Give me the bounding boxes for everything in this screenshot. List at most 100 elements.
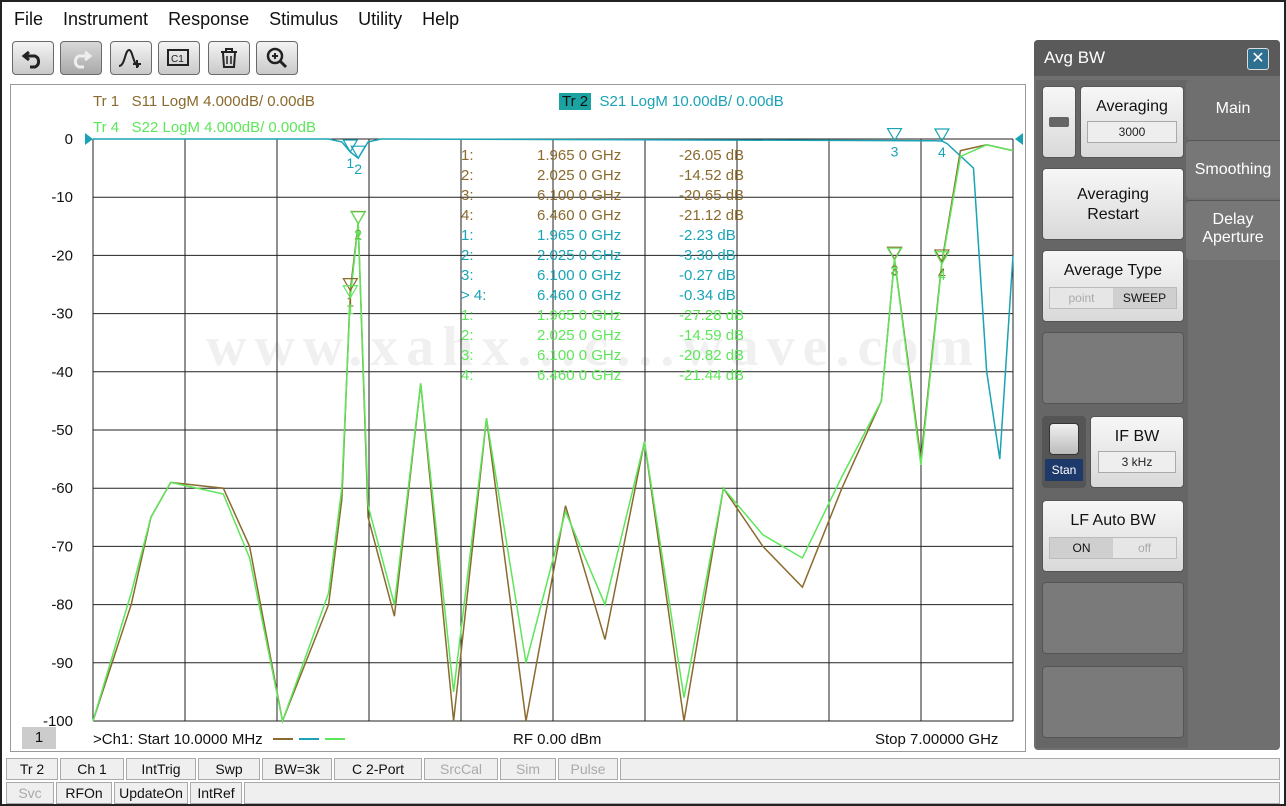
marker-frequency: 6.100 0 GHz: [537, 267, 622, 284]
marker-frequency: 6.100 0 GHz: [537, 187, 622, 204]
y-tick-label: -30: [51, 306, 73, 323]
close-icon[interactable]: ✕: [1247, 48, 1269, 70]
marker-number: 2:: [461, 247, 474, 264]
status-ch-1[interactable]: Ch 1: [60, 758, 124, 780]
marker-flag-label: 2: [354, 227, 362, 243]
status-updateon[interactable]: UpdateOn: [114, 782, 188, 804]
tab-smoothing[interactable]: Smoothing: [1186, 140, 1280, 198]
zoom-button[interactable]: [256, 41, 298, 75]
menu-stimulus[interactable]: Stimulus: [269, 9, 338, 30]
status-srccal[interactable]: SrcCal: [424, 758, 498, 780]
status-bar-top: Tr 2 Ch 1 IntTrig Swp BW=3k C 2-Port SrcCal Sim…: [6, 758, 1282, 780]
status-c-2-port[interactable]: C 2-Port: [334, 758, 422, 780]
marker-readout-row: > 4: 6.460 0 GHz -0.34 dB: [461, 287, 761, 307]
tab-main[interactable]: Main: [1186, 80, 1280, 138]
status-rfon[interactable]: RFOn: [56, 782, 112, 804]
status-inttrig[interactable]: IntTrig: [126, 758, 196, 780]
empty-softkey: [1042, 582, 1184, 654]
averaging-button[interactable]: Averaging 3000: [1080, 86, 1184, 158]
y-tick-label: 0: [65, 131, 73, 148]
start-frequency-label: >Ch1: Start 10.0000 MHz: [93, 731, 263, 748]
marker-flag-label: 3: [891, 144, 899, 160]
average-type-selector[interactable]: point SWEEP: [1049, 287, 1177, 309]
reference-left-arrow: [85, 133, 93, 145]
start-frequency[interactable]: >Ch1: Start 10.0000 MHz: [93, 731, 347, 748]
status-swp[interactable]: Swp: [198, 758, 260, 780]
averaging-restart-button[interactable]: Averaging Restart: [1042, 168, 1184, 240]
marker-value: -14.59 dB: [679, 327, 745, 344]
empty-softkey: [1042, 332, 1184, 404]
marker-readout-row: 1: 1.965 0 GHz -26.05 dB: [461, 147, 761, 167]
average-type-sweep[interactable]: SWEEP: [1113, 288, 1176, 308]
trace-4-label: S22 LogM 4.000dB/ 0.00dB: [131, 119, 316, 136]
marker-frequency: 2.025 0 GHz: [537, 247, 622, 264]
marker-number: 1:: [461, 147, 474, 164]
trace-1-header[interactable]: Tr 1 S11 LogM 4.000dB/ 0.00dB: [93, 93, 315, 110]
rf-power[interactable]: RF 0.00 dBm: [513, 731, 601, 748]
status-sim[interactable]: Sim: [500, 758, 556, 780]
y-tick-label: -70: [51, 538, 73, 555]
marker-number: 3:: [461, 347, 474, 364]
ifbw-standard-toggle[interactable]: Stan: [1042, 416, 1086, 488]
marker-flag-label: 1: [346, 301, 354, 317]
lf-auto-bw-button[interactable]: LF Auto BW ON off: [1042, 500, 1184, 572]
status-tr-2[interactable]: Tr 2: [6, 758, 58, 780]
status-intref[interactable]: IntRef: [190, 782, 242, 804]
status-svc[interactable]: Svc: [6, 782, 54, 804]
add-marker-button[interactable]: [110, 41, 152, 75]
redo-button[interactable]: [60, 41, 102, 75]
trace-2-header[interactable]: Tr 2 S21 LogM 10.00dB/ 0.00dB: [559, 93, 784, 110]
measurement-display[interactable]: www.xahx...c...wave.com 0 -10 -20 -30 -40 -50…: [10, 84, 1026, 752]
calibration-button[interactable]: C1: [158, 41, 200, 75]
undo-button[interactable]: [12, 41, 54, 75]
marker-number: > 4:: [461, 287, 487, 304]
channel-number[interactable]: 1: [22, 727, 56, 749]
status-bw-3k[interactable]: BW=3k: [262, 758, 332, 780]
marker-readout-row: 1: 1.965 0 GHz -2.23 dB: [461, 227, 761, 247]
marker-flag-label: 1: [346, 155, 354, 171]
average-type-point[interactable]: point: [1050, 288, 1113, 308]
marker-flag-icon: [350, 210, 367, 225]
trace-2-id: Tr 2: [559, 93, 592, 110]
marker-frequency: 6.100 0 GHz: [537, 347, 622, 364]
menu-utility[interactable]: Utility: [358, 9, 402, 30]
softkey-panel: Avg BW ✕ Averaging 3000 Averaging Restar…: [1034, 40, 1280, 750]
marker-value: -21.12 dB: [679, 207, 745, 224]
toolbar: C1: [2, 36, 1032, 82]
panel-title-text: Avg BW: [1044, 48, 1106, 67]
lf-auto-bw-off[interactable]: off: [1113, 538, 1176, 558]
svg-text:C1: C1: [171, 54, 184, 65]
status-pulse[interactable]: Pulse: [558, 758, 618, 780]
menu-file[interactable]: File: [14, 9, 43, 30]
marker-frequency: 6.460 0 GHz: [537, 367, 622, 384]
average-type-label: Average Type: [1063, 262, 1163, 279]
marker-flag-icon: [886, 246, 903, 261]
marker-value: -21.44 dB: [679, 367, 745, 384]
menu-help[interactable]: Help: [422, 9, 459, 30]
marker-readout-row: 3: 6.100 0 GHz -0.27 dB: [461, 267, 761, 287]
menu-response[interactable]: Response: [168, 9, 249, 30]
trace-4-header[interactable]: Tr 4 S22 LogM 4.000dB/ 0.00dB: [93, 119, 316, 136]
lf-auto-bw-selector[interactable]: ON off: [1049, 537, 1177, 559]
lf-auto-bw-on[interactable]: ON: [1050, 538, 1113, 558]
marker-add-icon: [118, 48, 141, 68]
marker-frequency: 1.965 0 GHz: [537, 227, 622, 244]
marker-number: 1:: [461, 307, 474, 324]
averaging-toggle[interactable]: [1042, 86, 1076, 158]
stop-frequency[interactable]: Stop 7.00000 GHz: [875, 731, 998, 748]
menu-bar: File Instrument Response Stimulus Utilit…: [2, 2, 1284, 36]
marker-value: -14.52 dB: [679, 167, 745, 184]
ifbw-button[interactable]: IF BW 3 kHz: [1090, 416, 1184, 488]
delete-button[interactable]: [208, 41, 250, 75]
tab-delay-aperture[interactable]: Delay Aperture: [1186, 200, 1280, 260]
marker-value: -0.34 dB: [679, 287, 736, 304]
menu-instrument[interactable]: Instrument: [63, 9, 148, 30]
y-tick-label: -60: [51, 480, 73, 497]
marker-frequency: 1.965 0 GHz: [537, 307, 622, 324]
average-type-button[interactable]: Average Type point SWEEP: [1042, 250, 1184, 322]
lf-auto-bw-label: LF Auto BW: [1070, 512, 1156, 529]
marker-flag-label: 4: [938, 267, 946, 283]
status-filler: [620, 758, 1280, 780]
ifbw-label: IF BW: [1114, 428, 1160, 445]
reference-right-arrow: [1015, 133, 1023, 145]
